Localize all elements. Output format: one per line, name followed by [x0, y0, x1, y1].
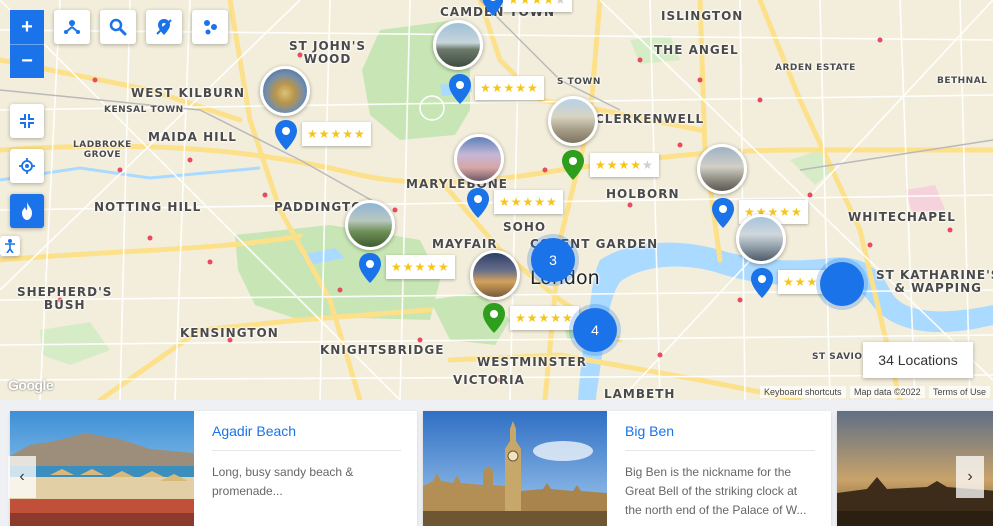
- label-st-pancras: S TOWN: [557, 77, 601, 87]
- flame-icon: [22, 202, 32, 220]
- label-bethnal: BETHNAL: [937, 76, 988, 86]
- location-thumbnail[interactable]: [697, 144, 747, 194]
- map-pin[interactable]: [275, 120, 297, 150]
- keyboard-shortcuts-link[interactable]: Keyboard shortcuts: [760, 386, 846, 398]
- label-notting-hill: NOTTING HILL: [94, 200, 202, 214]
- map-route-button[interactable]: [54, 10, 90, 44]
- label-lambeth: LAMBETH: [604, 387, 676, 400]
- rating-stars-empty: ★: [642, 158, 654, 172]
- label-holborn: HOLBORN: [606, 187, 680, 201]
- label-knightsbridge: KNIGHTSBRIDGE: [320, 343, 445, 357]
- map-cluster-toggle-button[interactable]: [192, 10, 228, 44]
- map-geolocate-off-button[interactable]: [146, 10, 182, 44]
- accessibility-button[interactable]: [0, 236, 20, 256]
- rating-stars: ★★★★★: [475, 76, 544, 100]
- accessibility-icon: [5, 239, 15, 253]
- rating-stars: ★★★★★: [590, 153, 659, 177]
- collapse-arrows-icon: [20, 114, 34, 128]
- location-card-title[interactable]: Big Ben: [625, 423, 815, 451]
- rating-stars: ★★★★★: [510, 306, 579, 330]
- label-westminster: WESTMINSTER: [477, 355, 587, 369]
- route-icon: [64, 20, 80, 34]
- label-mayfair: MAYFAIR: [432, 237, 498, 251]
- map-pin[interactable]: [562, 150, 584, 180]
- location-carousel: Agadir Beach Long, busy sandy beach & pr…: [0, 400, 993, 526]
- map-pin[interactable]: [482, 0, 504, 16]
- location-card-image: [423, 411, 607, 526]
- my-location-button[interactable]: [10, 149, 44, 183]
- location-count-badge: 34 Locations: [863, 342, 973, 378]
- location-card-description: Big Ben is the nickname for the Great Be…: [625, 465, 807, 517]
- page: CAMDEN TOWN ISLINGTON ST JOHN'S WOOD THE…: [0, 0, 993, 526]
- label-west-kilburn: WEST KILBURN: [131, 86, 246, 100]
- rating-stars-filled: ★★★★★: [480, 81, 539, 95]
- map-data-attribution: Map data ©2022: [850, 386, 925, 398]
- location-thumbnail[interactable]: [470, 250, 520, 300]
- label-arden-estate: ARDEN ESTATE: [775, 63, 856, 73]
- terms-of-use-link[interactable]: Terms of Use: [929, 386, 991, 398]
- location-thumbnail[interactable]: [454, 134, 504, 184]
- label-st-katharines: ST KATHARINE'S & WAPPING: [876, 268, 993, 295]
- map-pin[interactable]: [449, 74, 471, 104]
- label-kensington: KENSINGTON: [180, 326, 279, 340]
- rating-stars: ★★★★★: [386, 255, 455, 279]
- map-pin[interactable]: [483, 303, 505, 333]
- rating-stars: ★★★★★: [503, 0, 572, 12]
- carousel-prev-button[interactable]: ‹: [8, 456, 36, 498]
- label-clerkenwell: CLERKENWELL: [595, 112, 705, 126]
- label-ladbroke-grove: LADBROKE GROVE: [73, 140, 132, 160]
- location-card[interactable]: Agadir Beach Long, busy sandy beach & pr…: [10, 411, 417, 526]
- map-canvas[interactable]: CAMDEN TOWN ISLINGTON ST JOHN'S WOOD THE…: [0, 0, 993, 400]
- location-card-title[interactable]: Agadir Beach: [212, 423, 401, 451]
- location-thumbnail[interactable]: [736, 214, 786, 264]
- label-kensal-town: KENSAL TOWN: [104, 105, 184, 115]
- map-pin[interactable]: [751, 268, 773, 298]
- location-thumbnail[interactable]: [548, 96, 598, 146]
- location-thumbnail[interactable]: [260, 66, 310, 116]
- rating-stars-filled: ★★★★★: [515, 311, 574, 325]
- location-thumbnail[interactable]: [345, 200, 395, 250]
- crosshair-icon: [19, 158, 35, 174]
- rating-stars-filled: ★★★★: [508, 0, 556, 7]
- marker-cluster[interactable]: 3: [531, 238, 575, 282]
- location-off-icon: [156, 19, 172, 35]
- location-card-image: [10, 411, 194, 526]
- location-card[interactable]: Big Ben Big Ben is the nickname for the …: [423, 411, 831, 526]
- rating-stars-filled: ★★★★: [595, 158, 643, 172]
- zoom-out-button[interactable]: −: [10, 44, 44, 78]
- map-pin[interactable]: [467, 188, 489, 218]
- beach-photo: [10, 411, 194, 526]
- label-victoria: VICTORIA: [453, 373, 525, 387]
- rating-stars: ★★★★★: [494, 190, 563, 214]
- search-icon: [109, 18, 127, 36]
- label-the-angel: THE ANGEL: [654, 43, 739, 57]
- label-maida-hill: MAIDA HILL: [148, 130, 237, 144]
- cluster-icon: [204, 20, 217, 35]
- label-st-johns-wood: ST JOHN'S WOOD: [289, 39, 367, 66]
- map-pin[interactable]: [712, 198, 734, 228]
- location-card-description: Long, busy sandy beach & promenade...: [212, 465, 354, 498]
- marker-cluster[interactable]: 4: [573, 308, 617, 352]
- google-logo: Google: [8, 377, 54, 393]
- map-search-button[interactable]: [100, 10, 136, 44]
- zoom-in-button[interactable]: +: [10, 10, 44, 44]
- map-pin[interactable]: [359, 253, 381, 283]
- carousel-next-button[interactable]: ›: [956, 456, 984, 498]
- label-shepherds-bush: SHEPHERD'S BUSH: [17, 285, 113, 312]
- heatmap-toggle-button[interactable]: [10, 194, 44, 228]
- label-islington: ISLINGTON: [661, 9, 744, 23]
- label-whitechapel: WHITECHAPEL: [848, 210, 956, 224]
- fit-bounds-button[interactable]: [10, 104, 44, 138]
- big-ben-photo: [423, 411, 607, 526]
- rating-stars-filled: ★★★★★: [307, 127, 366, 141]
- rating-stars-filled: ★★★★★: [391, 260, 450, 274]
- rating-stars-filled: ★★★★★: [499, 195, 558, 209]
- label-soho: SOHO: [503, 220, 547, 234]
- rating-stars-empty: ★: [555, 0, 567, 7]
- marker-cluster-partial[interactable]: [820, 262, 864, 306]
- rating-stars: ★★★★★: [302, 122, 371, 146]
- location-thumbnail[interactable]: [433, 20, 483, 70]
